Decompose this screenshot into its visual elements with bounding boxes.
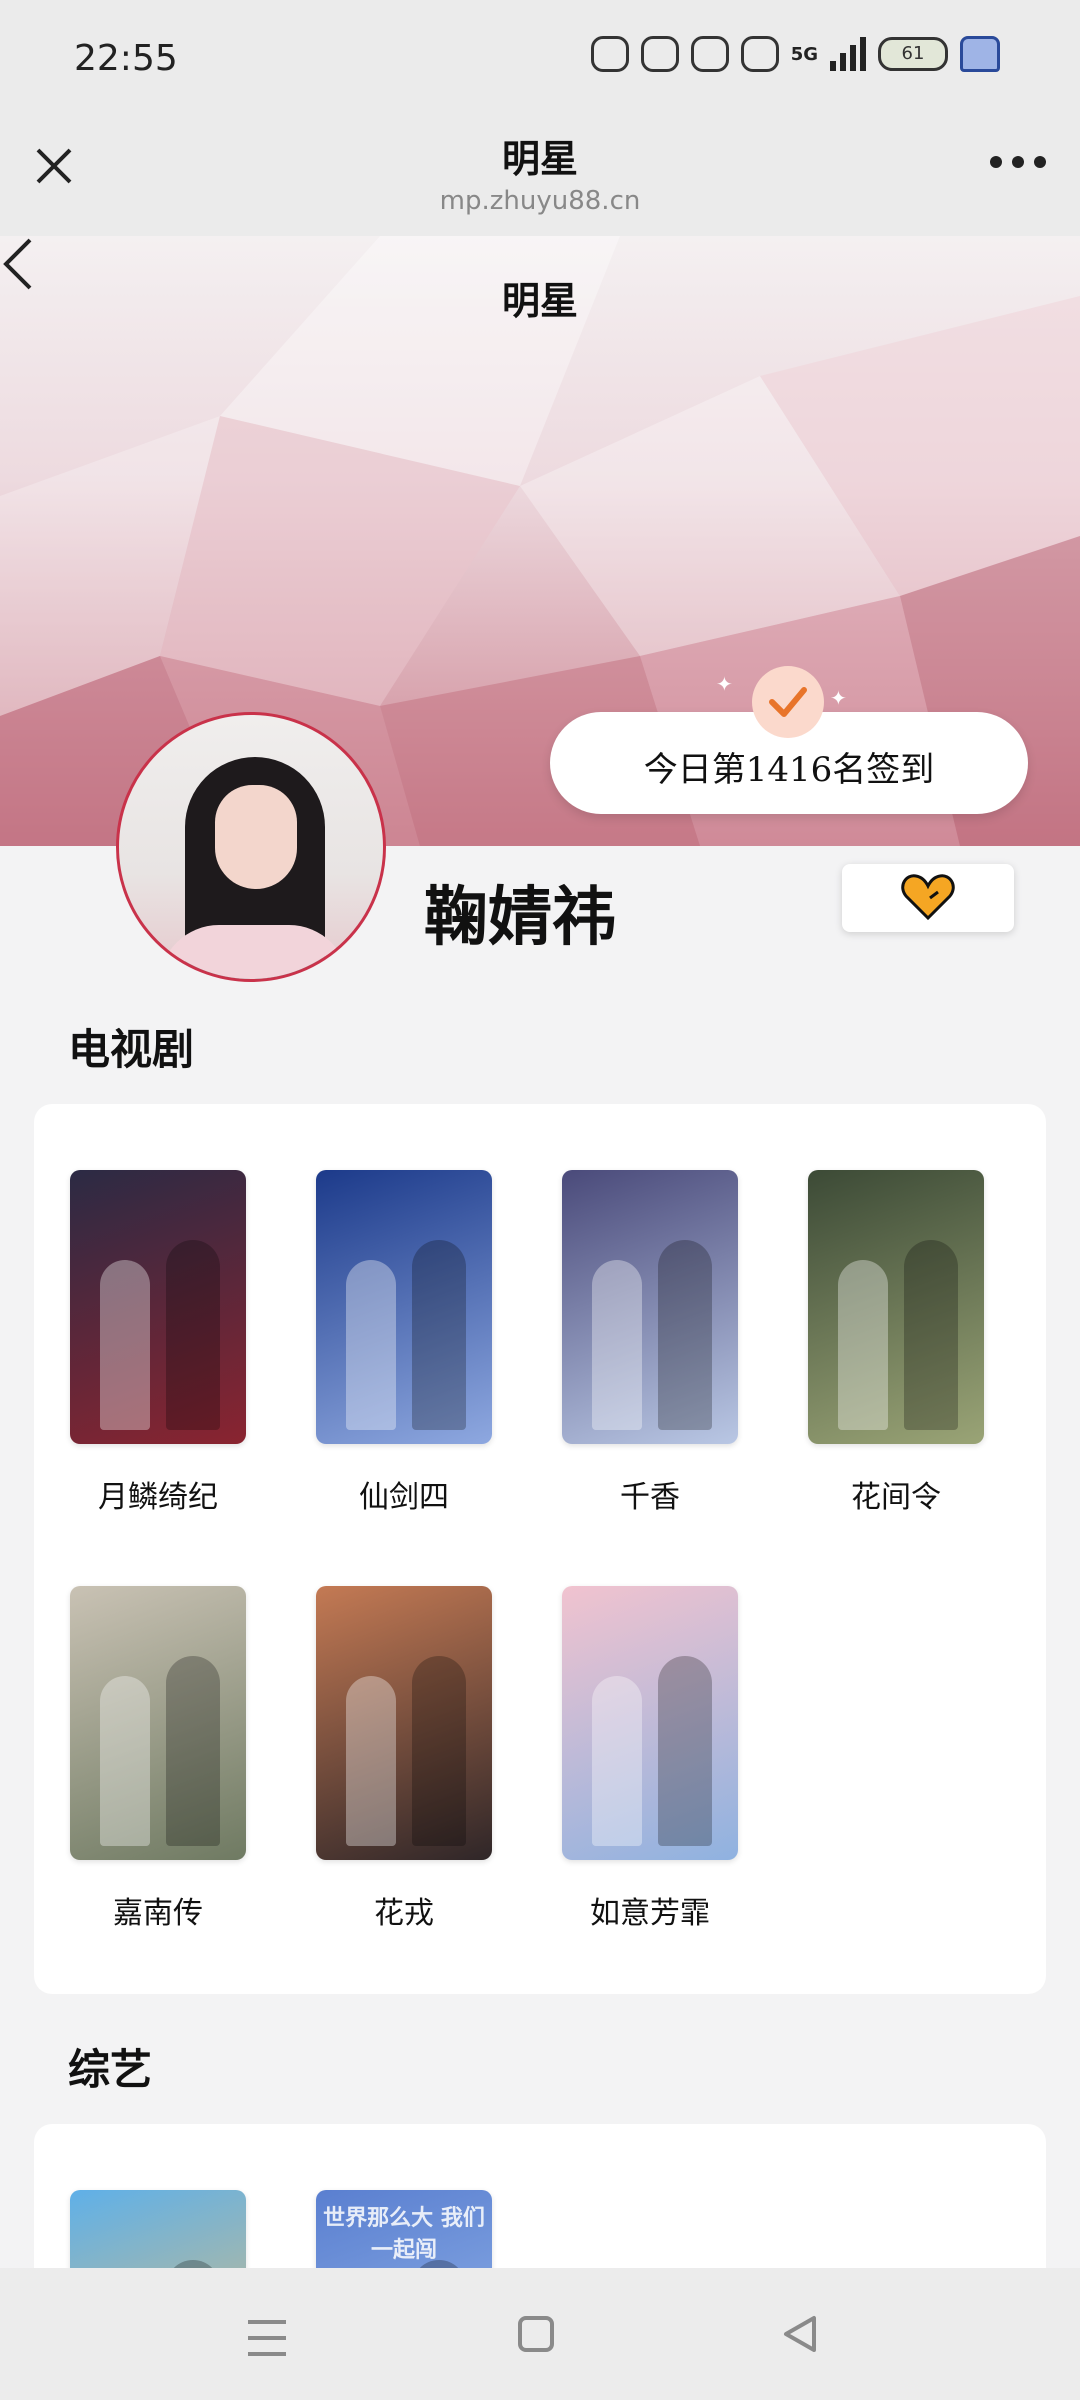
section-title-tv: 电视剧 <box>68 1016 194 1077</box>
system-nav-bar <box>0 2268 1080 2400</box>
nav-title: 明星 <box>0 128 1080 183</box>
tv-item-label: 仙剑四 <box>316 1472 492 1516</box>
menu-icon[interactable] <box>248 2320 286 2368</box>
tv-item-label: 如意芳霏 <box>562 1888 738 1932</box>
nav-url: mp.zhuyu88.cn <box>0 186 1080 216</box>
tv-item-label: 月鳞绮纪 <box>70 1472 246 1516</box>
tv-item[interactable]: 花戎 <box>316 1586 492 1932</box>
tv-poster[interactable] <box>316 1586 492 1860</box>
checkmark-icon <box>752 666 824 738</box>
variety-poster-title: 世界那么大 我们一起闯 <box>316 2200 492 2264</box>
follow-button[interactable] <box>842 864 1014 932</box>
battery-indicator: 61 <box>878 37 948 71</box>
tv-poster[interactable] <box>316 1170 492 1444</box>
app-notification-icon <box>691 36 729 72</box>
star-name: 鞠婧祎 <box>424 866 616 958</box>
back-triangle-icon[interactable] <box>780 2314 820 2354</box>
page-title: 明星 <box>0 270 1080 325</box>
tv-item[interactable]: 花间令 <box>808 1170 984 1516</box>
tv-poster[interactable] <box>70 1586 246 1860</box>
checkin-text: 今日第1416名签到 <box>550 742 1028 791</box>
tv-item[interactable]: 嘉南传 <box>70 1586 246 1932</box>
tv-item-label: 千香 <box>562 1472 738 1516</box>
status-bar: 22:55 5G 61 <box>0 0 1080 112</box>
tv-poster[interactable] <box>70 1170 246 1444</box>
tv-poster[interactable] <box>808 1170 984 1444</box>
tv-item-label: 嘉南传 <box>70 1888 246 1932</box>
avatar <box>116 712 386 982</box>
tv-item[interactable]: 仙剑四 <box>316 1170 492 1516</box>
tv-poster[interactable] <box>562 1170 738 1444</box>
sparkle-icon: ✦ <box>716 672 733 696</box>
network-type: 5G <box>791 44 818 65</box>
heart-icon <box>900 874 956 922</box>
home-square-icon[interactable] <box>518 2316 554 2352</box>
tv-item[interactable]: 千香 <box>562 1170 738 1516</box>
cake-icon <box>960 36 1000 72</box>
status-time: 22:55 <box>74 38 178 79</box>
sparkle-icon: ✦ <box>830 686 847 710</box>
tv-item-label: 花戎 <box>316 1888 492 1932</box>
more-dots-icon[interactable] <box>990 156 1046 172</box>
section-title-variety: 综艺 <box>68 2036 152 2097</box>
tv-card: 月鳞绮纪 仙剑四 千香 花间令嘉南传 花戎 如意芳霏 <box>34 1104 1046 1994</box>
status-icons: 5G 61 <box>591 36 1000 72</box>
top-nav-bar: 明星 mp.zhuyu88.cn <box>0 112 1080 236</box>
tv-item[interactable]: 如意芳霏 <box>562 1586 738 1932</box>
tv-item[interactable]: 月鳞绮纪 <box>70 1170 246 1516</box>
app-notification-icon <box>641 36 679 72</box>
app-notification-icon <box>591 36 629 72</box>
signal-icon <box>830 37 866 71</box>
tv-item-label: 花间令 <box>808 1472 984 1516</box>
wifi-icon <box>741 36 779 72</box>
tv-poster[interactable] <box>562 1586 738 1860</box>
